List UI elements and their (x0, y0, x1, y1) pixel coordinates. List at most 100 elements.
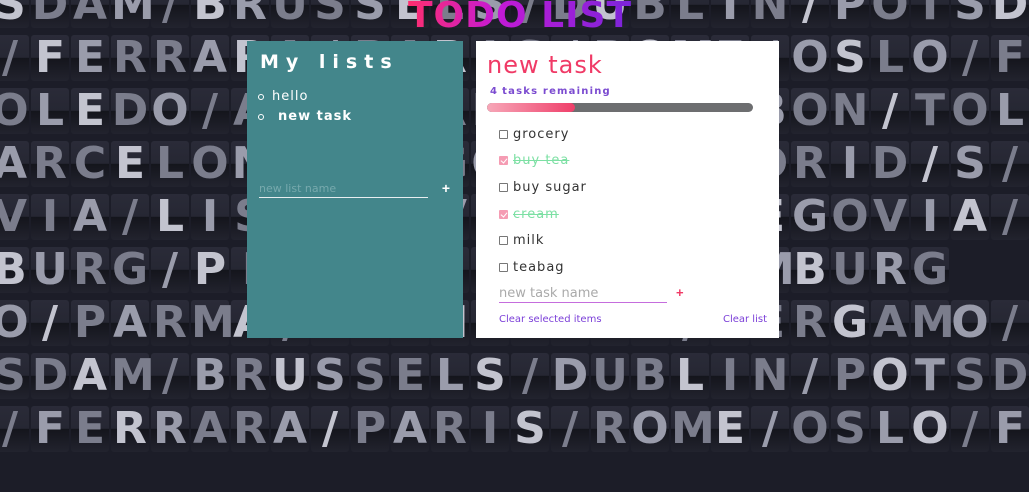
task-label: teabag (513, 259, 565, 275)
lists-panel: My lists hello new task + (247, 41, 463, 338)
checkbox-icon[interactable] (499, 182, 508, 192)
flap-tile: L (151, 194, 189, 240)
flap-tile: G (791, 191, 829, 242)
flap-tile: O (951, 297, 989, 348)
flap-tile: O (831, 191, 869, 242)
flap-tile: S (311, 353, 349, 399)
flap-tile: R (151, 300, 189, 346)
flap-tile: S (471, 353, 509, 399)
flap-tile: S (951, 353, 989, 399)
flap-tile: A (191, 32, 229, 83)
checkbox-icon[interactable] (499, 236, 508, 246)
task-item[interactable]: buy tea (499, 148, 587, 175)
task-item[interactable]: milk (499, 227, 587, 254)
flap-tile: R (431, 406, 469, 452)
flap-tile: / (991, 300, 1029, 346)
flap-tile: O (0, 300, 29, 346)
clear-list-button[interactable]: Clear list (723, 314, 767, 325)
flap-tile: P (71, 300, 109, 346)
flap-tile: U (591, 350, 629, 401)
flap-tile: B (631, 353, 669, 399)
flap-tile: F (31, 406, 69, 452)
flap-tile: O (791, 32, 829, 83)
flap-tile: A (391, 403, 429, 454)
flap-tile: R (231, 353, 269, 399)
flap-tile: O (911, 32, 949, 83)
flap-tile: / (0, 35, 29, 81)
checkbox-icon[interactable] (499, 262, 508, 272)
flap-tile: A (71, 350, 109, 401)
flap-tile: / (991, 141, 1029, 187)
flap-tile: E (71, 35, 109, 81)
flap-tile: / (311, 406, 349, 452)
flap-tile: O (871, 350, 909, 401)
flap-tile: / (871, 88, 909, 134)
tasks-remaining: 4 tasks remaining (490, 86, 611, 97)
flap-tile: G (831, 297, 869, 348)
flap-tile: B (631, 0, 669, 28)
flap-tile: I (911, 194, 949, 240)
bullet-icon (258, 94, 264, 100)
flap-tile: / (991, 194, 1029, 240)
checkbox-icon[interactable] (499, 209, 508, 219)
flap-tile: C (71, 141, 109, 187)
flap-tile: L (671, 0, 709, 28)
flap-tile: O (951, 85, 989, 136)
flap-tile: U (271, 350, 309, 401)
task-list: grocery buy tea buy sugar cream milk tea… (499, 121, 587, 281)
flap-tile: O (0, 88, 29, 134)
flap-tile: L (871, 406, 909, 452)
flap-tile: D (31, 0, 69, 28)
flap-tile: / (511, 353, 549, 399)
flap-tile: S (351, 0, 389, 28)
flap-tile: U (831, 244, 869, 295)
flap-tile: O (191, 138, 229, 189)
new-list-input[interactable] (259, 180, 428, 198)
new-task-input[interactable] (499, 284, 667, 303)
flap-tile: T (911, 353, 949, 399)
flap-tile: E (711, 406, 749, 452)
app-title: TODO LIST (408, 0, 632, 38)
flap-tile: L (31, 88, 69, 134)
flap-tile: A (0, 141, 29, 187)
task-item[interactable]: cream (499, 201, 587, 228)
flap-tile: R (871, 247, 909, 293)
flap-tile: T (911, 88, 949, 134)
list-item-new-task[interactable]: new task (258, 107, 352, 127)
flap-tile: P (351, 406, 389, 452)
flap-tile: A (951, 191, 989, 242)
flap-tile: R (31, 141, 69, 187)
flap-tile: / (951, 406, 989, 452)
progress-bar (487, 103, 753, 112)
new-list-form: + (259, 180, 454, 198)
add-task-button[interactable]: + (676, 285, 684, 300)
flap-tile: D (111, 85, 149, 136)
flap-tile: / (751, 406, 789, 452)
flap-tile: / (551, 406, 589, 452)
flap-tile: U (31, 244, 69, 295)
flap-tile: R (791, 141, 829, 187)
flap-tile: G (111, 244, 149, 295)
lists-list: hello new task (258, 87, 352, 127)
flap-tile: / (151, 0, 189, 28)
task-item[interactable]: grocery (499, 121, 587, 148)
task-label: buy tea (513, 153, 570, 169)
flap-tile: M (671, 403, 715, 454)
add-list-button[interactable]: + (442, 180, 450, 196)
checkbox-icon[interactable] (499, 129, 508, 139)
flap-tile: U (271, 0, 309, 28)
flap-tile: I (191, 194, 229, 240)
checkbox-icon[interactable] (499, 156, 508, 166)
task-item[interactable]: teabag (499, 254, 587, 281)
list-item-hello[interactable]: hello (258, 87, 352, 107)
flap-tile: S (951, 141, 989, 187)
flap-tile: O (871, 0, 909, 28)
flap-tile: E (71, 406, 109, 452)
flap-tile: B (791, 247, 829, 293)
clear-selected-button[interactable]: Clear selected items (499, 314, 602, 325)
flap-tile: / (951, 35, 989, 81)
flap-tile: T (911, 0, 949, 28)
flap-tile: A (71, 0, 109, 28)
flap-tile: M (111, 0, 155, 28)
task-item[interactable]: buy sugar (499, 174, 587, 201)
